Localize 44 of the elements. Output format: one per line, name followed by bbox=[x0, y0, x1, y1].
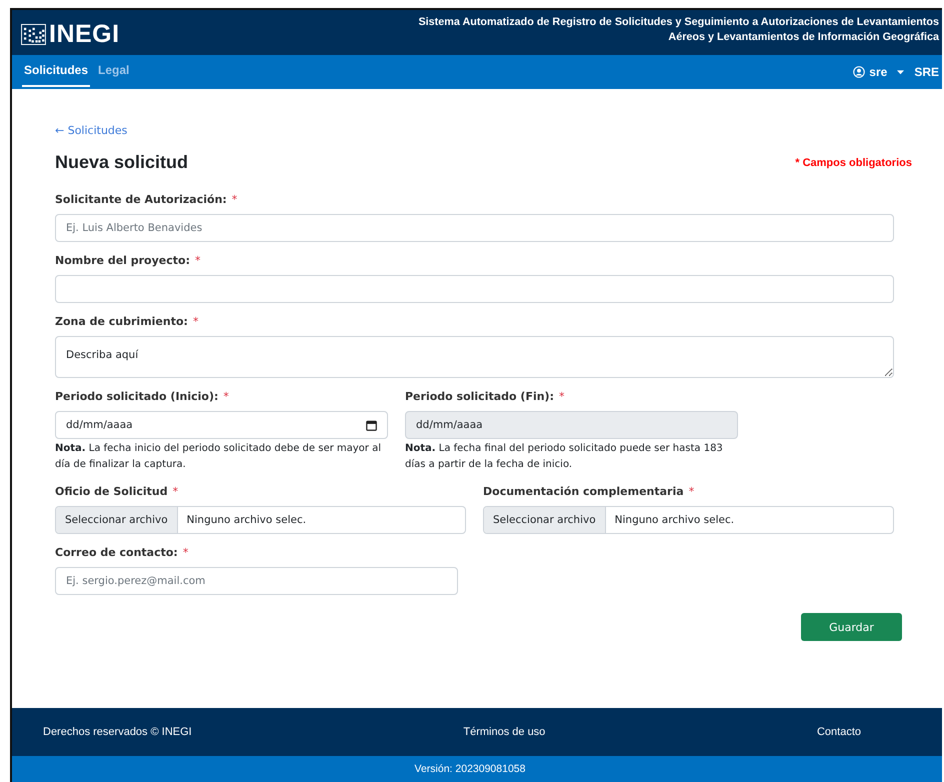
version-text: Versión: 202309081058 bbox=[414, 763, 526, 775]
user-label: SRE bbox=[914, 65, 939, 79]
back-link[interactable]: ← Solicitudes bbox=[55, 124, 128, 137]
help-text: Nota. La fecha inicio del periodo solicitado debe de ser mayor al día de finalizar la captura. bbox=[55, 442, 382, 472]
file-input[interactable]: Seleccionar archivo Ninguno archivo selec. bbox=[55, 506, 466, 534]
required-asterisk: * bbox=[232, 193, 238, 206]
input-field[interactable]: Ej. Luis Alberto Benavides bbox=[55, 214, 894, 242]
required-asterisk: * bbox=[194, 254, 200, 267]
required-note: * Campos obligatorios bbox=[795, 156, 912, 168]
system-title: Sistema Automatizado de Registro de Solicitudes y Seguimiento a Autorizaciones de Levantamientos bbox=[418, 15, 939, 30]
help-text: Nota. La fecha final del periodo solicitado puede ser hasta 183 días a partir de la fecha de inicio. bbox=[405, 442, 724, 472]
user-icon bbox=[853, 66, 866, 78]
required-asterisk: * bbox=[223, 390, 229, 403]
required-asterisk: * bbox=[558, 390, 564, 403]
system-title: Aéreos y Levantamientos de Información Geográfica bbox=[667, 30, 939, 45]
file-input[interactable]: Seleccionar archivo Ninguno archivo selec. bbox=[483, 506, 894, 534]
dot-grid-icon bbox=[21, 24, 46, 45]
text-area[interactable]: Describa aquí bbox=[55, 336, 894, 378]
field-label: Nombre del proyecto: bbox=[55, 254, 190, 267]
save-button[interactable]: Guardar bbox=[801, 613, 902, 641]
footer-link[interactable]: Derechos reservados © INEGI bbox=[43, 726, 192, 738]
email-field[interactable]: Ej. sergio.perez@mail.com bbox=[55, 567, 458, 595]
required-asterisk: * bbox=[688, 485, 694, 498]
field-label: Solicitante de Autorización: bbox=[55, 193, 227, 206]
user-menu[interactable]: sre bbox=[853, 65, 904, 79]
required-asterisk: * bbox=[172, 485, 178, 498]
date-field: dd/mm/aaaa bbox=[405, 411, 738, 439]
date-field[interactable]: dd/mm/aaaa bbox=[55, 411, 388, 439]
field-label: Zona de cubrimiento: bbox=[55, 315, 188, 328]
page-title: Nueva solicitud bbox=[55, 152, 188, 173]
logo-text: INEGI bbox=[49, 20, 120, 49]
caret-icon bbox=[897, 70, 904, 74]
required-asterisk: * bbox=[182, 546, 188, 559]
field-label: Periodo solicitado (Fin): bbox=[405, 390, 554, 403]
calendar-icon[interactable] bbox=[366, 420, 377, 430]
input-field[interactable] bbox=[55, 275, 894, 303]
footer-link[interactable]: Contacto bbox=[816, 726, 861, 738]
field-label: Oficio de Solicitud bbox=[55, 485, 168, 498]
nav-tab[interactable]: Solicitudes bbox=[22, 55, 90, 87]
field-label: Periodo solicitado (Inicio): bbox=[55, 390, 218, 403]
field-label: Documentación complementaria bbox=[483, 485, 684, 498]
field-label: Correo de contacto: bbox=[55, 546, 178, 559]
required-asterisk: * bbox=[192, 315, 198, 328]
footer-link[interactable]: Términos de uso bbox=[463, 726, 546, 738]
